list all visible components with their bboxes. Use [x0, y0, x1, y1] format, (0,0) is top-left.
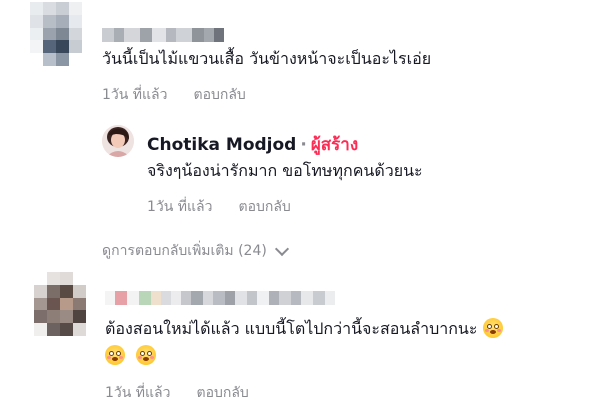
comment-text-row: ต้องสอนใหม่ได้แล้ว แบบนี้โตไปกว่านี้จะสอ…: [105, 318, 503, 340]
flushed-face-icon: [105, 345, 125, 365]
comment-time: 1วัน ที่แล้ว: [105, 385, 171, 401]
comment-text: วันนี้เป็นไม้แขวนเสื้อ วันข้างหน้าจะเป็น…: [102, 49, 432, 68]
creator-avatar[interactable]: [102, 125, 134, 157]
creator-name[interactable]: Chotika Modjod: [147, 135, 296, 155]
comment-text: ต้องสอนใหม่ได้แล้ว แบบนี้โตไปกว่านี้จะสอ…: [105, 319, 478, 338]
author-name-blurred[interactable]: [102, 28, 224, 42]
view-more-replies-button[interactable]: ดูการตอบกลับเพิ่มเติม (24): [102, 240, 289, 262]
reply-time: 1วัน ที่แล้ว: [147, 199, 213, 215]
view-more-replies-label: ดูการตอบกลับเพิ่มเติม (24): [102, 243, 267, 259]
comment-meta: 1วัน ที่แล้ว ตอบกลับ: [102, 84, 246, 106]
reply-button[interactable]: ตอบกลับ: [238, 199, 290, 215]
flushed-face-icon: [482, 318, 503, 338]
reply-meta: 1วัน ที่แล้ว ตอบกลับ: [147, 196, 291, 218]
emoji-row: [105, 345, 157, 367]
chevron-down-icon: [274, 241, 289, 256]
comment-time: 1วัน ที่แล้ว: [102, 87, 168, 103]
separator-dot: ·: [300, 135, 307, 155]
comment-meta: 1วัน ที่แล้ว ตอบกลับ: [105, 382, 249, 403]
creator-name-row: Chotika Modjod · ผู้สร้าง: [147, 131, 358, 158]
reply-button[interactable]: ตอบกลับ: [196, 385, 248, 401]
reply-button[interactable]: ตอบกลับ: [193, 87, 245, 103]
reply-text: จริงๆน้องน่ารักมาก ขอโทษทุกคนด้วยนะ: [147, 161, 423, 180]
avatar-blurred[interactable]: [30, 2, 82, 66]
avatar-blurred[interactable]: [34, 272, 86, 336]
creator-badge: ผู้สร้าง: [310, 135, 359, 155]
author-name-blurred[interactable]: [105, 291, 337, 305]
comment-thread: วันนี้เป็นไม้แขวนเสื้อ วันข้างหน้าจะเป็น…: [0, 0, 600, 403]
flushed-face-icon: [136, 345, 157, 365]
